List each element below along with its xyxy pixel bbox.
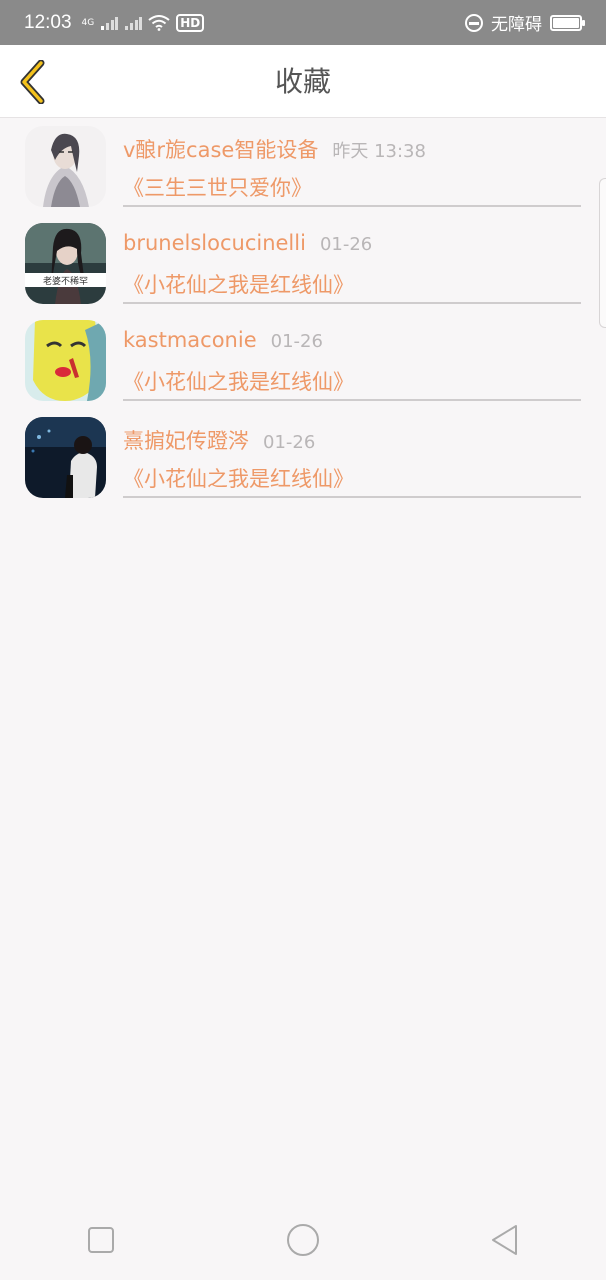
- circle-icon: [287, 1224, 319, 1256]
- do-not-disturb-icon: [465, 13, 483, 32]
- app-header: 收藏: [0, 45, 606, 118]
- book-title[interactable]: 《三生三世只爱你》: [123, 172, 312, 202]
- list-item[interactable]: v酿r旎case智能设备 昨天 13:38 《三生三世只爱你》: [0, 119, 606, 216]
- list-item[interactable]: 老婆不稀罕 brunelslocucinelli 01-26 《小花仙之我是红线仙…: [0, 216, 606, 313]
- status-time: 12:03: [24, 11, 72, 33]
- network-type: 4G: [81, 17, 95, 28]
- book-title[interactable]: 《小花仙之我是红线仙》: [123, 269, 354, 299]
- user-name: 熹掮妃传蹬涔: [123, 429, 249, 453]
- signal-icon-2: [125, 16, 143, 30]
- list-item[interactable]: kastmaconie 01-26 《小花仙之我是红线仙》: [0, 313, 606, 410]
- system-nav-bar: [0, 1200, 606, 1280]
- user-name: kastmaconie: [123, 328, 257, 352]
- edge-scroll-handle[interactable]: [599, 178, 606, 328]
- page-title: 收藏: [274, 65, 331, 98]
- recent-apps-button[interactable]: [71, 1210, 131, 1270]
- timestamp: 01-26: [319, 234, 373, 255]
- list-item[interactable]: 熹掮妃传蹬涔 01-26 《小花仙之我是红线仙》: [0, 410, 606, 507]
- avatar: [25, 320, 106, 401]
- avatar: [25, 417, 106, 498]
- accessibility-label: 无障碍: [491, 15, 542, 35]
- user-name: brunelslocucinelli: [123, 231, 306, 255]
- battery-level: [553, 17, 579, 28]
- user-name: v酿r旎case智能设备: [123, 138, 319, 162]
- status-bar: 12:03 4G HD 无障碍: [0, 0, 606, 45]
- timestamp: 01-26: [270, 331, 323, 352]
- avatar: [25, 126, 106, 207]
- home-button[interactable]: [273, 1210, 333, 1270]
- battery-icon: [550, 14, 585, 31]
- hd-icon: HD: [176, 13, 205, 32]
- system-back-button[interactable]: [475, 1210, 535, 1270]
- wifi-icon: [148, 14, 170, 31]
- favorites-list: v酿r旎case智能设备 昨天 13:38 《三生三世只爱你》 老婆不稀罕 bru…: [0, 119, 606, 507]
- timestamp: 01-26: [263, 432, 316, 453]
- book-title[interactable]: 《小花仙之我是红线仙》: [123, 366, 354, 396]
- book-title[interactable]: 《小花仙之我是红线仙》: [123, 463, 354, 493]
- avatar-caption: 老婆不稀罕: [43, 275, 88, 287]
- avatar: 老婆不稀罕: [25, 223, 106, 304]
- timestamp: 昨天 13:38: [332, 141, 426, 162]
- square-icon: [88, 1227, 114, 1253]
- triangle-back-icon: [492, 1225, 517, 1255]
- signal-icon: [101, 16, 119, 30]
